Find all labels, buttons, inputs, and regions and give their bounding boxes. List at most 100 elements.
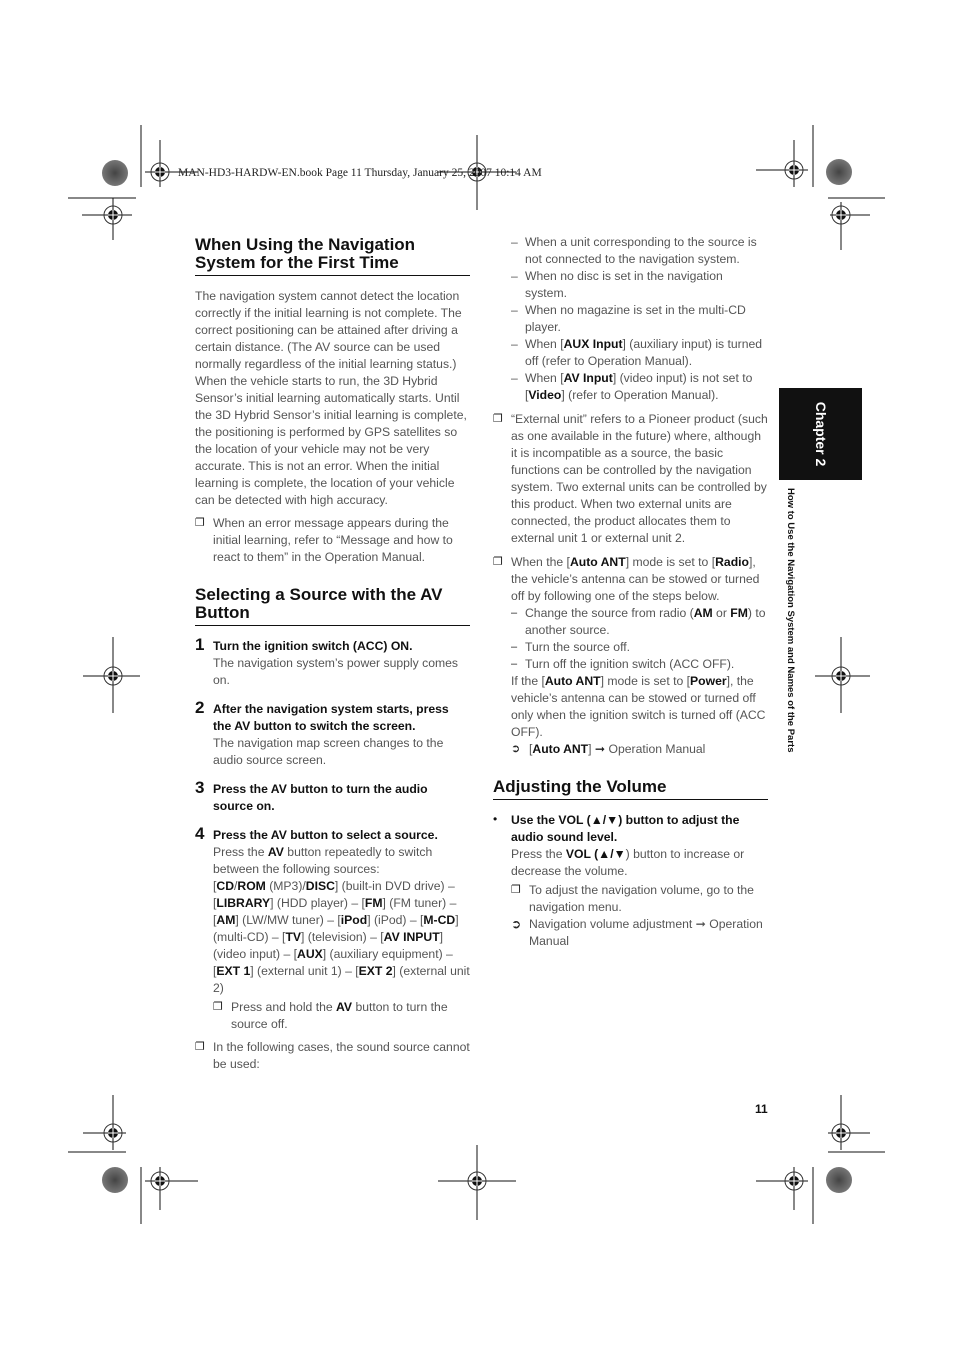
text: When [ xyxy=(525,337,564,351)
note-item: ❐ Press and hold the AV button to turn t… xyxy=(213,999,470,1033)
case-item: – When [AV Input] (video input) is not se… xyxy=(511,370,768,404)
bold-text: FM xyxy=(730,606,748,620)
text: Press the xyxy=(511,847,566,861)
reference-arrow-icon: ➲ xyxy=(511,917,522,931)
case-item: – When no magazine is set in the multi-CD… xyxy=(511,302,768,336)
bullet-icon: • xyxy=(493,812,498,826)
case-item: – When [AUX Input] (auxiliary input) is t… xyxy=(511,336,768,370)
step-body: Press the AV button repeatedly to switch… xyxy=(213,844,470,878)
text: ] mode is set to [ xyxy=(625,555,716,569)
source-name: FM xyxy=(364,896,383,910)
case-item: – When no disc is set in the navigation s… xyxy=(511,268,768,302)
case-item: – When a unit corresponding to the source… xyxy=(511,234,768,268)
text: Press the xyxy=(213,845,268,859)
bold-text: AM xyxy=(693,606,713,620)
dash-icon: – xyxy=(511,269,518,283)
step-number: 1 xyxy=(195,635,205,654)
ant-step: – Turn the source off. xyxy=(511,639,768,656)
text: When [ xyxy=(525,371,564,385)
text: ] (HDD player) – [ xyxy=(270,896,365,910)
text: (MP3)/ xyxy=(265,879,306,893)
text: Operation Manual xyxy=(605,742,706,756)
power-mode-text: If the [Auto ANT] mode is set to [Power]… xyxy=(511,673,768,741)
checkbox-note-icon: ❐ xyxy=(493,556,503,568)
case-list: – When a unit corresponding to the source… xyxy=(493,234,768,404)
source-name: AV INPUT xyxy=(383,930,440,944)
checkbox-note-icon: ❐ xyxy=(493,413,503,425)
bullet-body: Press the VOL (▲/▼) button to increase o… xyxy=(511,846,768,880)
step-title: Turn the ignition switch (ACC) ON. xyxy=(213,639,413,653)
color-target-icon xyxy=(826,159,852,185)
ant-step: – Change the source from radio (AM or FM)… xyxy=(511,605,768,639)
section-heading-volume: Adjusting the Volume xyxy=(493,778,768,800)
checkbox-note-icon: ❐ xyxy=(511,884,521,896)
right-column: – When a unit corresponding to the source… xyxy=(493,234,768,950)
note-item: ❐ To adjust the navigation volume, go to… xyxy=(511,882,768,916)
note-text: In the following cases, the sound source… xyxy=(213,1040,470,1071)
dash-icon: – xyxy=(511,235,518,249)
source-name: EXT 2 xyxy=(358,964,393,978)
step-title: After the navigation system starts, pres… xyxy=(213,702,449,733)
chapter-title-text: How to Use the Navigation System and Nam… xyxy=(785,488,796,753)
step-4: 4 Press the AV button to select a source… xyxy=(195,824,470,1033)
source-name: TV xyxy=(285,930,302,944)
bold-text: AV xyxy=(267,845,284,859)
color-target-icon xyxy=(102,1167,128,1193)
heading-line: Button xyxy=(195,603,250,622)
dash-icon: – xyxy=(511,303,518,317)
ant-step: – Turn off the ignition switch (ACC OFF). xyxy=(511,656,768,673)
reference-item: ➲ [Auto ANT] ➞ Operation Manual xyxy=(511,742,706,756)
dash-icon: – xyxy=(511,658,518,670)
heading-line: System for the First Time xyxy=(195,253,399,272)
bold-text: Radio xyxy=(715,555,749,569)
section-heading-select-source: Selecting a Source with the AV Button xyxy=(195,586,470,626)
reference-item: ➲ Navigation volume adjustment ➞ Operati… xyxy=(511,916,768,950)
print-header: MAN-HD3-HARDW-EN.book Page 11 Thursday, … xyxy=(178,167,542,179)
text: or xyxy=(712,606,731,620)
bold-text: Auto ANT xyxy=(569,555,626,569)
bold-text: Auto ANT xyxy=(532,742,589,756)
section-heading-first-time: When Using the Navigation System for the… xyxy=(195,236,470,276)
text: ] (television) – [ xyxy=(301,930,384,944)
step-body: The navigation map screen changes to the… xyxy=(213,736,444,767)
step-body: The navigation system’s power supply com… xyxy=(213,656,458,687)
source-name: EXT 1 xyxy=(216,964,251,978)
text: Press and hold the xyxy=(231,1000,337,1014)
text: ] (LW/MW tuner) – [ xyxy=(235,913,341,927)
step-title: Press the AV button to select a source. xyxy=(213,828,438,842)
chapter-label: Chapter 2 xyxy=(812,401,829,467)
note-text: When an error message appears during the… xyxy=(213,516,453,564)
chapter-tab: Chapter 2 xyxy=(779,388,862,480)
color-target-icon xyxy=(826,1167,852,1193)
bold-text: AUX Input xyxy=(563,337,623,351)
text: Turn the source off. xyxy=(525,640,631,654)
step-number: 3 xyxy=(195,778,205,797)
checkbox-note-icon: ❐ xyxy=(213,1001,223,1013)
heading-line: Selecting a Source with the AV xyxy=(195,585,443,604)
text: When no magazine is set in the multi-CD … xyxy=(525,303,746,334)
heading-line: When Using the Navigation xyxy=(195,235,416,254)
text: When a unit corresponding to the source … xyxy=(525,235,757,266)
crop-marks xyxy=(68,125,885,1224)
bullet-title: Use the VOL (▲/▼) button to adjust the a… xyxy=(511,813,740,844)
text: When the [ xyxy=(511,555,570,569)
note-item: ❐ “External unit” refers to a Pioneer pr… xyxy=(493,411,768,547)
bold-text: AV xyxy=(336,1000,353,1014)
note-text: “External unit” refers to a Pioneer prod… xyxy=(511,412,768,545)
text: ] (iPod) – [ xyxy=(367,913,424,927)
step-number: 2 xyxy=(195,698,205,717)
dash-icon: – xyxy=(511,337,518,351)
checkbox-note-icon: ❐ xyxy=(195,517,205,529)
step-2: 2 After the navigation system starts, pr… xyxy=(195,698,470,769)
step-title: Press the AV button to turn the audio so… xyxy=(213,782,428,813)
paragraph: The navigation system cannot detect the … xyxy=(195,289,462,371)
bold-text: Power xyxy=(690,674,727,688)
dash-icon: – xyxy=(511,371,518,385)
step-3: 3 Press the AV button to turn the audio … xyxy=(195,778,470,815)
text: When no disc is set in the navigation sy… xyxy=(525,269,723,300)
source-name: LIBRARY xyxy=(216,896,271,910)
note-item: ❐ In the following cases, the sound sour… xyxy=(195,1039,470,1073)
text: Navigation volume adjustment ➞ Operation… xyxy=(529,917,763,948)
step-1: 1 Turn the ignition switch (ACC) ON. The… xyxy=(195,635,470,689)
note-text: To adjust the navigation volume, go to t… xyxy=(529,883,754,914)
